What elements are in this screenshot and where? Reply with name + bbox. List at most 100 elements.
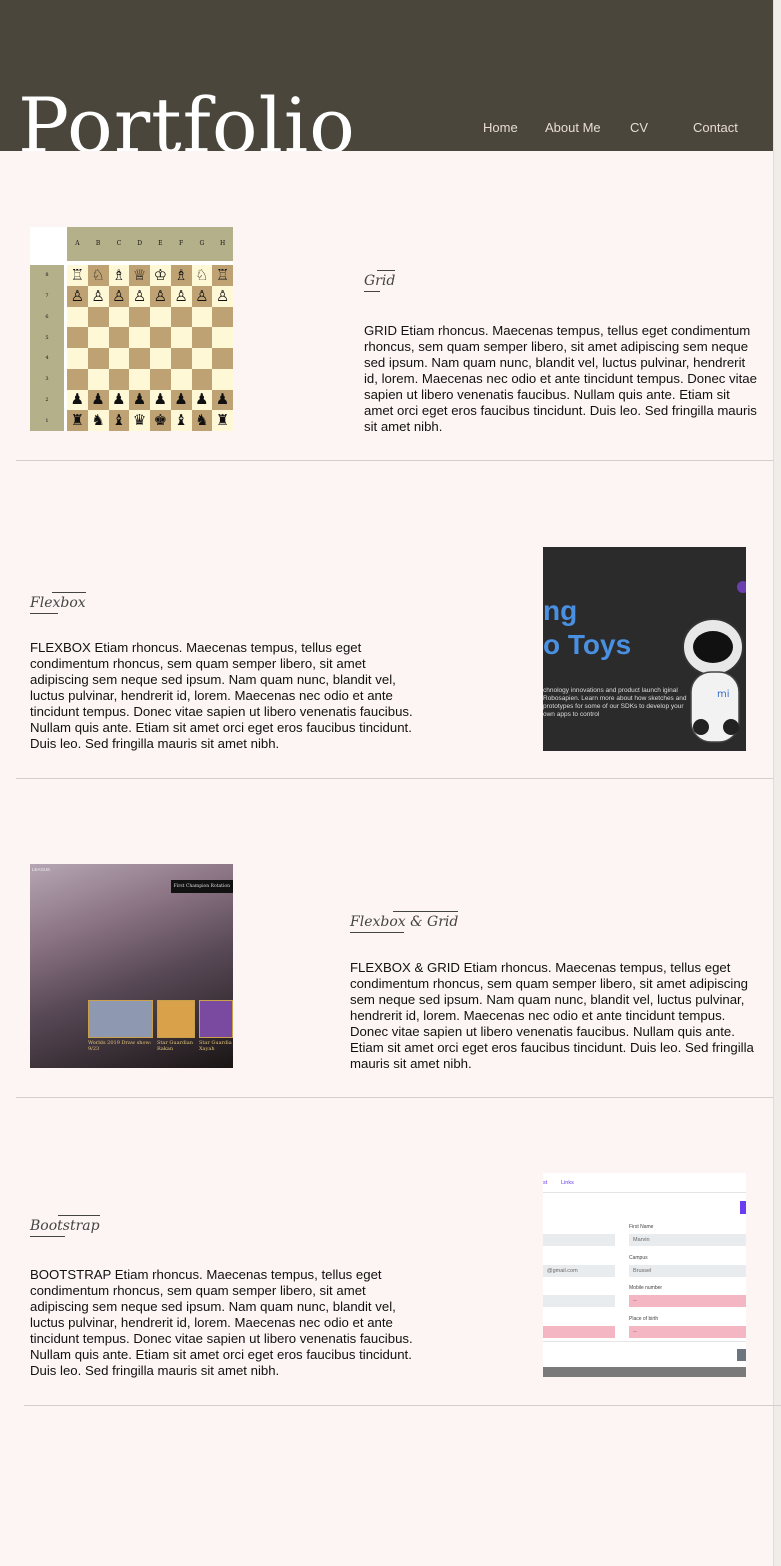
form-navbar: st Links xyxy=(543,1173,746,1193)
chess-square xyxy=(108,348,130,369)
section-title: Flexbox & Grid xyxy=(350,911,459,933)
chess-square xyxy=(129,348,150,369)
rank-label: 6 xyxy=(45,313,49,320)
chess-square: ♙ xyxy=(129,285,150,307)
form-button xyxy=(740,1201,746,1214)
card-label: Star Guardia Xayah xyxy=(199,1040,232,1052)
section-divider xyxy=(24,1405,781,1406)
nav-cv[interactable]: CV xyxy=(630,120,648,135)
chess-square xyxy=(129,306,150,328)
chess-square: ♟ xyxy=(108,389,130,411)
chess-square xyxy=(129,368,150,390)
section-title: Flexbox xyxy=(30,592,86,614)
form-footer xyxy=(543,1367,746,1377)
file-label: H xyxy=(220,240,226,247)
chess-square xyxy=(191,348,213,369)
bootstrap-form-image[interactable]: st Links First Name Marvin Campus @gmail… xyxy=(543,1173,746,1377)
field-label: First Name xyxy=(629,1224,654,1230)
nav-home[interactable]: Home xyxy=(483,120,518,135)
section-title: Bootstrap xyxy=(30,1215,100,1237)
form-tab: Links xyxy=(561,1180,574,1186)
chess-square: ♟ xyxy=(67,389,88,411)
chess-square xyxy=(129,327,150,348)
section-description: FLEXBOX & GRID Etiam rhoncus. Maecenas t… xyxy=(350,960,754,1071)
form-divider xyxy=(543,1341,746,1342)
chess-square xyxy=(108,368,130,390)
project-flexbox: Flexbox FLEXBOX Etiam rhoncus. Maecenas … xyxy=(16,461,773,779)
chess-square xyxy=(212,327,233,348)
project-flexbox-grid: LEAGUE First Champion Rotation Worlds 20… xyxy=(16,779,773,1098)
champion-card xyxy=(199,1000,233,1038)
league-site-image[interactable]: LEAGUE First Champion Rotation Worlds 20… xyxy=(30,864,233,1068)
chess-square: ♟ xyxy=(170,389,192,411)
field-label: Campus xyxy=(629,1255,648,1261)
rank-label: 7 xyxy=(45,293,49,300)
chess-square: ♗ xyxy=(108,265,130,286)
field-label: Mobile number xyxy=(629,1285,663,1291)
chess-square xyxy=(170,348,192,369)
chess-square xyxy=(108,327,130,348)
project-grid: A B C D E F G H 8 7 6 5 4 3 2 1 ♖ ♘ ♗ ♕ ♔ ♗ ♘ ♖… xyxy=(16,151,773,461)
chess-square: ♝ xyxy=(108,410,130,431)
league-tag: First Champion Rotation xyxy=(170,880,233,893)
file-label: G xyxy=(199,240,205,247)
event-card xyxy=(88,1000,153,1038)
svg-text:mi: mi xyxy=(717,689,730,700)
form-field-error xyxy=(543,1326,615,1338)
chess-square: ♙ xyxy=(150,285,171,307)
chess-square xyxy=(150,348,171,369)
chess-square: ♙ xyxy=(67,285,88,307)
chess-square: ♙ xyxy=(108,285,130,307)
chess-square: ♟ xyxy=(87,389,109,411)
chess-square xyxy=(67,306,88,328)
chess-square: ♟ xyxy=(150,389,171,411)
chess-square: ♙ xyxy=(212,285,233,307)
chess-square xyxy=(150,306,171,328)
chess-file-labels: A B C D E F G H xyxy=(67,227,233,261)
rank-label: 1 xyxy=(45,417,49,424)
chess-square: ♘ xyxy=(87,265,109,286)
chess-square xyxy=(67,327,88,348)
chess-square: ♟ xyxy=(129,389,150,411)
chess-square: ♙ xyxy=(87,285,109,307)
rank-label: 4 xyxy=(45,355,49,362)
chess-square xyxy=(212,368,233,390)
robot-headline-2: o Toys xyxy=(543,629,632,660)
chess-square: ♟ xyxy=(212,389,233,411)
chess-square: ♖ xyxy=(67,265,88,286)
league-brand: LEAGUE xyxy=(32,867,51,872)
chess-square: ♟ xyxy=(191,389,213,411)
section-description: GRID Etiam rhoncus. Maecenas tempus, tel… xyxy=(364,323,757,434)
chess-square xyxy=(212,306,233,328)
rank-label: 5 xyxy=(45,334,49,341)
chess-square xyxy=(191,368,213,390)
file-label: A xyxy=(75,240,80,247)
chess-square xyxy=(170,327,192,348)
scrollbar[interactable] xyxy=(773,0,781,1566)
chess-square: ♕ xyxy=(129,265,150,286)
chess-board-image[interactable]: A B C D E F G H 8 7 6 5 4 3 2 1 ♖ ♘ ♗ ♕ ♔ ♗ ♘ ♖… xyxy=(30,227,233,431)
site-logo: Portfolio xyxy=(18,81,356,152)
chess-square: ♙ xyxy=(170,285,192,307)
chess-square: ♜ xyxy=(212,410,233,431)
nav-about-me[interactable]: About Me xyxy=(545,120,601,135)
robot-headline-1: ng xyxy=(543,595,578,626)
chess-rank-labels: 8 7 6 5 4 3 2 1 xyxy=(30,265,64,431)
chess-square xyxy=(87,368,109,390)
form-field: Brussel xyxy=(629,1265,746,1277)
chess-square: ♛ xyxy=(129,410,150,431)
chess-square: ♘ xyxy=(191,265,213,286)
robot-toys-image[interactable]: ng o Toys chnology innovations and produ… xyxy=(543,547,746,751)
rank-label: 8 xyxy=(45,272,49,279)
rank-label: 2 xyxy=(45,396,49,403)
nav-contact[interactable]: Contact xyxy=(693,120,738,135)
chess-square: ♔ xyxy=(150,265,171,286)
file-label: D xyxy=(137,240,143,247)
chess-square: ♖ xyxy=(212,265,233,286)
chess-square xyxy=(170,368,192,390)
chess-square: ♞ xyxy=(191,410,213,431)
file-label: E xyxy=(158,240,163,247)
file-label: C xyxy=(116,240,122,247)
project-bootstrap: Bootstrap BOOTSTRAP Etiam rhoncus. Maece… xyxy=(16,1098,773,1406)
form-tab: st xyxy=(543,1180,548,1186)
